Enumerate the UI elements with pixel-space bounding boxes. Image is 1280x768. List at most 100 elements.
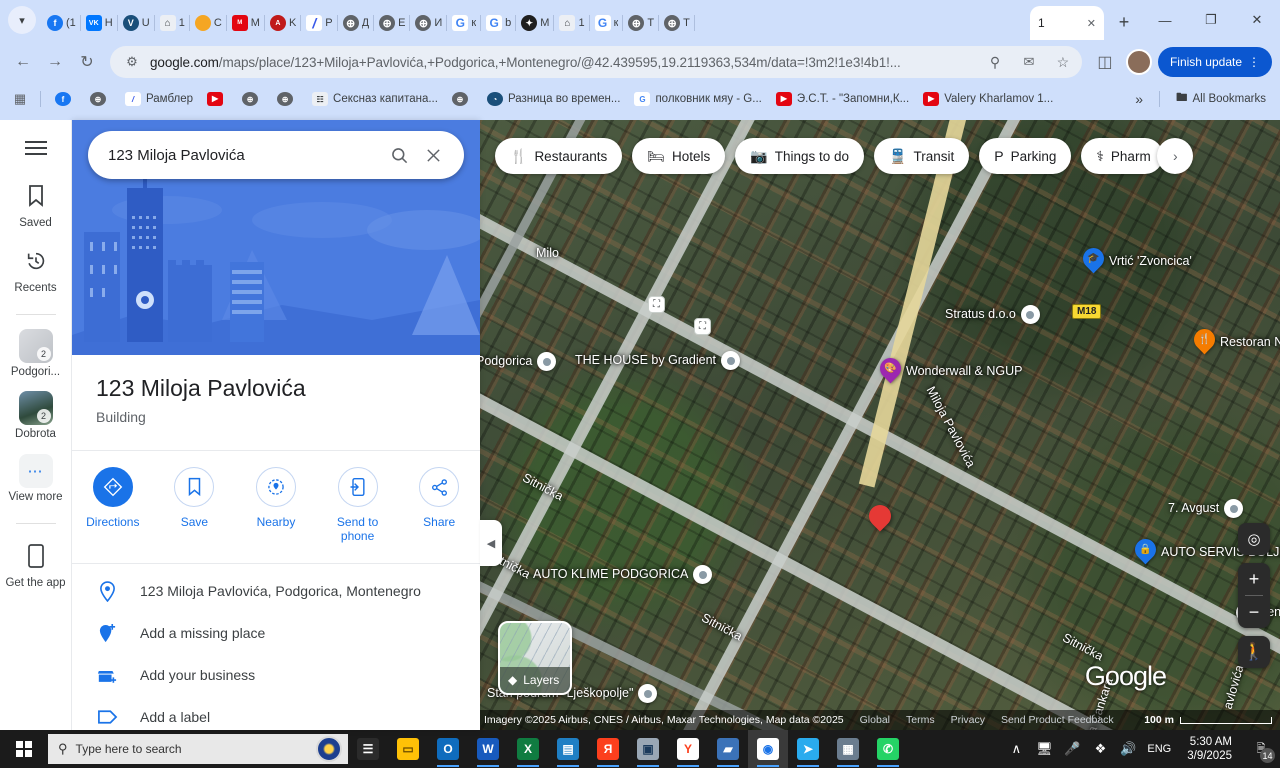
minimize-button[interactable]: — [1142, 3, 1188, 37]
map-poi-label[interactable]: 🍴Restoran NIIN [1189, 324, 1280, 355]
chip-pharm[interactable]: ⚕ Pharm [1081, 138, 1164, 174]
kebab-menu-icon[interactable]: ⋮ [1248, 55, 1260, 69]
tab-3[interactable]: ⌂ 1 [155, 6, 190, 40]
excel-icon[interactable]: X [508, 730, 548, 768]
tab-13[interactable]: ✦ M [516, 6, 555, 40]
map-poi-label[interactable]: THE HOUSE by Gradient [575, 351, 741, 370]
file-explorer-icon[interactable]: ▭ [388, 730, 428, 768]
finish-update-button[interactable]: Finish update ⋮ [1157, 47, 1272, 77]
chip-parking[interactable]: P Parking [979, 138, 1072, 174]
poi-pin-icon[interactable]: 🎨 [875, 353, 906, 384]
bookmark-10[interactable]: ▶ Э.С.Т. - "Запомни,К... [770, 90, 915, 108]
map-poi-label[interactable]: 🎓 Vrtić 'Zvoncica' [1078, 243, 1192, 274]
dropbox-icon[interactable]: ❖ [1091, 741, 1109, 757]
bookmark-11[interactable]: ▶ Valery Kharlamov 1... [917, 90, 1059, 108]
my-location-icon[interactable]: ◎ [1238, 523, 1270, 555]
tab-4[interactable]: C [190, 6, 227, 40]
calculator-icon[interactable]: ▦ [828, 730, 868, 768]
star-icon[interactable]: ☆ [1050, 49, 1076, 75]
collapse-panel-button[interactable]: ◀ [480, 520, 502, 566]
attribution-link-global[interactable]: Global [860, 714, 890, 726]
recent-place-podgorica[interactable]: 2 Podgori... [0, 328, 72, 380]
poi-dot-icon[interactable] [721, 351, 741, 370]
map-poi-label[interactable]: 7. Avgust [1168, 499, 1244, 518]
action-center-icon[interactable]: 🗎 14 [1248, 736, 1275, 763]
tab-2[interactable]: VU [118, 6, 155, 40]
poi-dot-icon[interactable] [638, 684, 658, 703]
poi-dot-icon[interactable] [1020, 305, 1040, 324]
map-poi-label[interactable]: Stratus d.o.o [945, 305, 1040, 324]
apps-grid-icon[interactable]: ▦ [8, 87, 32, 111]
send-to-phone-button[interactable]: Send to phone [320, 467, 396, 563]
sidebar-item-saved[interactable]: Saved [0, 178, 72, 231]
tab-12[interactable]: Gb [481, 6, 517, 40]
side-panel-icon[interactable]: ◫ [1090, 47, 1120, 77]
tab-14[interactable]: ⌂ 1 [554, 6, 590, 40]
map-canvas[interactable]: M18 Milo Miloja Pavlovića Sitnička Sitnička… [476, 120, 1280, 730]
tab-1[interactable]: VK H [81, 6, 118, 40]
forward-button[interactable]: → [40, 47, 70, 77]
outlook-icon[interactable]: O [428, 730, 468, 768]
language-indicator[interactable]: ENG [1147, 743, 1171, 755]
bookmark-3[interactable]: ▶ [201, 90, 234, 108]
save-button[interactable]: Save [156, 467, 232, 563]
view-more-button[interactable]: ⋯ View more [0, 454, 72, 505]
tab-10[interactable]: ⊕ И [410, 6, 448, 40]
tab-5[interactable]: MM [227, 6, 265, 40]
bookmark-2[interactable]: / Рамблер [119, 90, 199, 108]
main-menu-button[interactable] [0, 130, 72, 166]
tab-0[interactable]: f (1 [42, 6, 81, 40]
tab-17[interactable]: ⊕ T [659, 6, 695, 40]
chip-things-to-do[interactable]: 📷 Things to do [735, 138, 865, 174]
tab-16[interactable]: ⊕ T [623, 6, 660, 40]
address-bar[interactable]: ⚙ google.com/maps/place/123+Miloja+Pavlo… [110, 46, 1082, 78]
tab-6[interactable]: AK [265, 6, 302, 40]
maximize-button[interactable]: ❐ [1188, 3, 1234, 37]
map-pin-icon[interactable]: ⚲ [982, 49, 1008, 75]
poi-pin-icon[interactable]: 🍴 [1189, 324, 1220, 355]
add-label-row[interactable]: Add a label [72, 696, 480, 730]
bookmark-1[interactable]: ⊕ [84, 90, 117, 108]
attribution-link-feedback[interactable]: Send Product Feedback [1001, 714, 1114, 726]
poi-pin-icon[interactable]: 🎓 [1078, 243, 1109, 274]
yandex-icon[interactable]: Y [668, 730, 708, 768]
network-icon[interactable]: 🖥 [1035, 741, 1053, 757]
volume-icon[interactable]: 🔊 [1119, 741, 1137, 757]
all-bookmarks-button[interactable]: 🖿 All Bookmarks [1170, 88, 1272, 111]
sidebar-item-recents[interactable]: Recents [0, 243, 72, 296]
map-poi-label[interactable]: 🎨 Wonderwall & NGUP [875, 353, 1022, 384]
poi-dot-icon[interactable] [537, 352, 557, 371]
tab-8[interactable]: ⊕ Д [338, 6, 375, 40]
bookmark-7[interactable]: ⊕ [446, 90, 479, 108]
map-poi-label[interactable]: AUTO KLIME PODGORICA [533, 565, 713, 584]
bookmark-6[interactable]: ☷ Сексназ капитана... [306, 90, 444, 108]
attribution-link-privacy[interactable]: Privacy [951, 714, 985, 726]
telegram-icon[interactable]: ➤ [788, 730, 828, 768]
search-icon[interactable] [382, 138, 416, 172]
tab-7[interactable]: / P [301, 6, 338, 40]
close-tab-icon[interactable]: ✕ [1087, 17, 1096, 30]
search-input[interactable]: 123 Miloja Pavlovića [108, 147, 382, 164]
taskbar-clock[interactable]: 5:30 AM 3/9/2025 [1181, 735, 1238, 764]
windows-start-icon[interactable] [0, 730, 48, 768]
bus-stop-icon[interactable]: ⛶ [648, 296, 665, 313]
site-settings-icon[interactable]: ⚙ [122, 52, 142, 72]
remote-desktop-icon[interactable]: ▣ [628, 730, 668, 768]
yandex-browser-icon[interactable]: Я [588, 730, 628, 768]
close-icon[interactable] [416, 138, 450, 172]
active-tab[interactable]: 1 ✕ [1030, 6, 1104, 40]
tray-chevron-icon[interactable]: ∧ [1007, 741, 1025, 757]
laptop-icon[interactable]: ▰ [708, 730, 748, 768]
chrome-icon[interactable]: ◉ [748, 730, 788, 768]
chevron-right-icon[interactable]: › [1157, 138, 1194, 174]
layers-button[interactable]: ◆ Layers [498, 621, 572, 695]
zoom-out-button[interactable]: − [1238, 596, 1270, 628]
word-icon[interactable]: W [468, 730, 508, 768]
cortana-orb-icon[interactable] [316, 736, 342, 762]
poi-dot-icon[interactable] [1224, 499, 1244, 518]
zoom-in-button[interactable]: + [1238, 563, 1270, 595]
get-the-app-button[interactable]: Get the app [0, 538, 72, 591]
bus-stop-icon[interactable]: ⛶ [694, 318, 711, 335]
add-business-row[interactable]: Add your business [72, 654, 480, 696]
tab-15[interactable]: Gк [590, 6, 624, 40]
